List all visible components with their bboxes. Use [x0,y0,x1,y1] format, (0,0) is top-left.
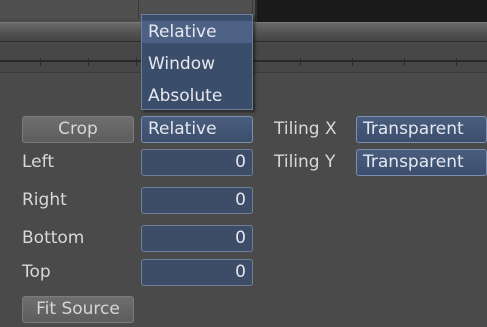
crop-button[interactable]: Crop [22,116,134,143]
bottom-field[interactable]: 0 [141,225,253,252]
fit-source-button[interactable]: Fit Source [22,296,134,323]
top-divider [138,0,139,18]
timeline-tick [88,58,89,66]
menu-option-relative[interactable]: Relative [142,21,252,43]
crop-mode-menu: Relative Window Absolute [141,14,253,110]
tiling-y-label: Tiling Y [274,152,336,172]
tiling-x-label: Tiling X [274,119,337,139]
timeline-tick [456,58,457,66]
top-field[interactable]: 0 [141,259,253,286]
timeline-tick [352,58,353,66]
right-field[interactable]: 0 [141,187,253,214]
left-label: Left [22,152,54,172]
bottom-label: Bottom [22,228,85,248]
top-label: Top [22,262,51,282]
menu-option-absolute[interactable]: Absolute [148,85,222,107]
timeline-tick [404,58,405,66]
viewer-panel [255,0,487,24]
crop-mode-dropdown[interactable]: Relative [141,116,253,143]
timeline-tick [40,58,41,66]
left-field[interactable]: 0 [141,149,253,176]
right-label: Right [22,190,67,210]
menu-option-window[interactable]: Window [148,53,215,75]
tiling-x-dropdown[interactable]: Transparent [356,116,487,143]
timeline-tick [300,58,301,66]
tiling-y-dropdown[interactable]: Transparent [356,149,487,176]
timeline-tick [136,58,137,66]
